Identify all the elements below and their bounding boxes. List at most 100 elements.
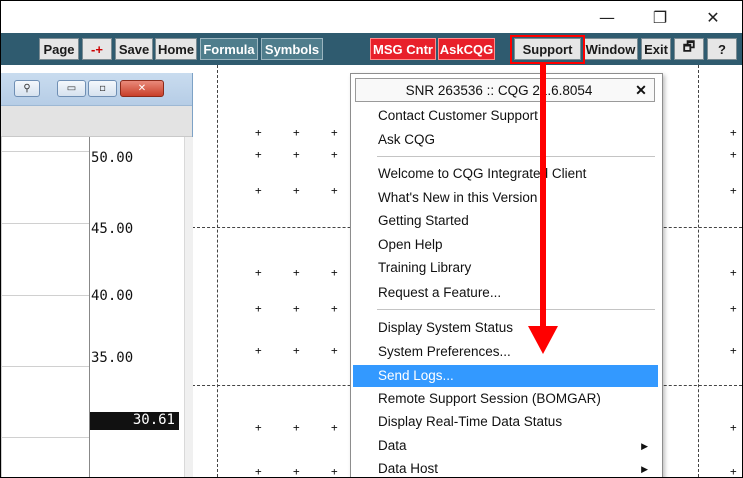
chart-marker: +: [255, 184, 262, 197]
close-icon[interactable]: ✕: [120, 80, 164, 97]
maximize-icon[interactable]: ▫: [88, 80, 117, 97]
price-label: 45.00: [91, 221, 134, 237]
annotation-arrow-head: [528, 326, 558, 354]
menu-item-data-host[interactable]: Data Host ▶: [353, 458, 658, 477]
chart-marker: +: [730, 344, 737, 357]
subwindow-titlebar: ⚲ ▭ ▫ ✕: [1, 73, 192, 106]
menu-item-contact-support[interactable]: Contact Customer Support: [353, 105, 658, 127]
page-button[interactable]: Page: [39, 38, 79, 60]
close-button[interactable]: ✕: [690, 3, 736, 31]
chart-subwindow: ⚲ ▭ ▫ ✕ 50.00 45.00 40.00 35.00 30.61: [1, 73, 193, 477]
minimize-button[interactable]: —: [584, 3, 630, 31]
grid-line: [1, 223, 89, 224]
chart-marker: +: [730, 465, 737, 478]
menu-item-remote-support[interactable]: Remote Support Session (BOMGAR): [353, 388, 658, 410]
save-button[interactable]: Save: [115, 38, 153, 60]
chart-marker: +: [293, 184, 300, 197]
menu-item-realtime-data-status[interactable]: Display Real-Time Data Status: [353, 411, 658, 433]
chart-marker: +: [331, 302, 338, 315]
chart-marker: +: [730, 421, 737, 434]
tile-windows-button[interactable]: 🗗: [674, 38, 704, 60]
exit-button[interactable]: Exit: [641, 38, 671, 60]
close-icon: ✕: [706, 7, 720, 27]
minimize-icon[interactable]: ▭: [57, 80, 86, 97]
support-highlight-box: [510, 35, 585, 64]
grid-line: [217, 65, 218, 477]
chart-marker: +: [331, 465, 338, 478]
chart-marker: +: [331, 148, 338, 161]
grid-line: [1, 437, 89, 438]
zoom-button[interactable]: -+: [82, 38, 112, 60]
version-info: SNR 263536 :: CQG 21.6.8054: [405, 82, 593, 98]
symbols-button[interactable]: Symbols: [261, 38, 323, 60]
chart-marker: +: [293, 126, 300, 139]
menu-item-system-preferences[interactable]: System Preferences...: [353, 341, 658, 363]
menu-item-getting-started[interactable]: Getting Started: [353, 210, 658, 232]
chart-marker: +: [255, 421, 262, 434]
menu-item-training-library[interactable]: Training Library: [353, 257, 658, 279]
main-toolbar: Page -+ Save Home Formula Symbols MSG Cn…: [1, 33, 742, 65]
last-price-marker: 30.61: [90, 412, 179, 430]
help-button[interactable]: ?: [707, 38, 737, 60]
chart-marker: +: [293, 421, 300, 434]
menu-item-send-logs[interactable]: Send Logs...: [353, 365, 658, 387]
grid-line: [1, 366, 89, 367]
submenu-arrow-icon: ▶: [641, 441, 648, 451]
submenu-arrow-icon: ▶: [641, 464, 648, 474]
chart-marker: +: [293, 344, 300, 357]
grid-line: [1, 151, 89, 152]
msg-cntr-button[interactable]: MSG Cntr: [370, 38, 436, 60]
chart-marker: +: [730, 266, 737, 279]
chart-marker: +: [293, 465, 300, 478]
menu-header: SNR 263536 :: CQG 21.6.8054 ✕: [355, 78, 655, 102]
subwindow-scroll-edge[interactable]: [184, 137, 193, 477]
grid-line: [698, 65, 699, 477]
menu-item-label: Data: [378, 438, 407, 453]
subwindow-header: [1, 106, 192, 137]
restore-icon: ❐: [652, 7, 668, 27]
minimize-icon: —: [599, 7, 615, 27]
menu-separator: [377, 309, 655, 310]
menu-item-open-help[interactable]: Open Help: [353, 234, 658, 256]
chart-marker: +: [255, 126, 262, 139]
annotation-arrow-shaft: [540, 63, 546, 328]
chart-marker: +: [331, 126, 338, 139]
grid-line: [1, 295, 89, 296]
chart-marker: +: [255, 148, 262, 161]
menu-item-ask-cqg[interactable]: Ask CQG: [353, 129, 658, 151]
price-label: 50.00: [91, 150, 134, 166]
window-button[interactable]: Window: [583, 38, 638, 60]
chart-marker: +: [255, 344, 262, 357]
cqg-app-window: — ❐ ✕ Page -+ Save Home Formula Symbols …: [0, 0, 743, 478]
menu-item-system-status[interactable]: Display System Status: [353, 317, 658, 339]
support-menu: SNR 263536 :: CQG 21.6.8054 ✕ Contact Cu…: [350, 73, 663, 477]
close-icon[interactable]: ✕: [628, 82, 654, 99]
chart-marker: +: [331, 184, 338, 197]
chart-marker: +: [293, 148, 300, 161]
chart-marker: +: [331, 266, 338, 279]
ask-cqg-button[interactable]: AskCQG: [438, 38, 495, 60]
menu-item-request-feature[interactable]: Request a Feature...: [353, 282, 658, 304]
chart-marker: +: [255, 465, 262, 478]
chart-marker: +: [255, 302, 262, 315]
restore-button[interactable]: ❐: [637, 3, 683, 31]
menu-item-data[interactable]: Data ▶: [353, 435, 658, 457]
chart-marker: +: [331, 421, 338, 434]
price-label: 35.00: [91, 350, 134, 366]
chart-marker: +: [255, 266, 262, 279]
link-icon[interactable]: ⚲: [14, 80, 40, 97]
home-button[interactable]: Home: [155, 38, 197, 60]
menu-item-whats-new[interactable]: What's New in this Version: [353, 187, 658, 209]
chart-marker: +: [293, 302, 300, 315]
chart-marker: +: [293, 266, 300, 279]
chart-marker: +: [730, 148, 737, 161]
menu-separator: [377, 156, 655, 157]
title-bar: — ❐ ✕: [1, 1, 742, 33]
chart-marker: +: [730, 126, 737, 139]
chart-marker: +: [730, 302, 737, 315]
chart-marker: +: [331, 344, 338, 357]
price-label: 40.00: [91, 288, 134, 304]
formula-button[interactable]: Formula: [200, 38, 258, 60]
menu-item-label: Data Host: [378, 461, 439, 476]
menu-item-welcome[interactable]: Welcome to CQG Integrated Client: [353, 163, 658, 185]
